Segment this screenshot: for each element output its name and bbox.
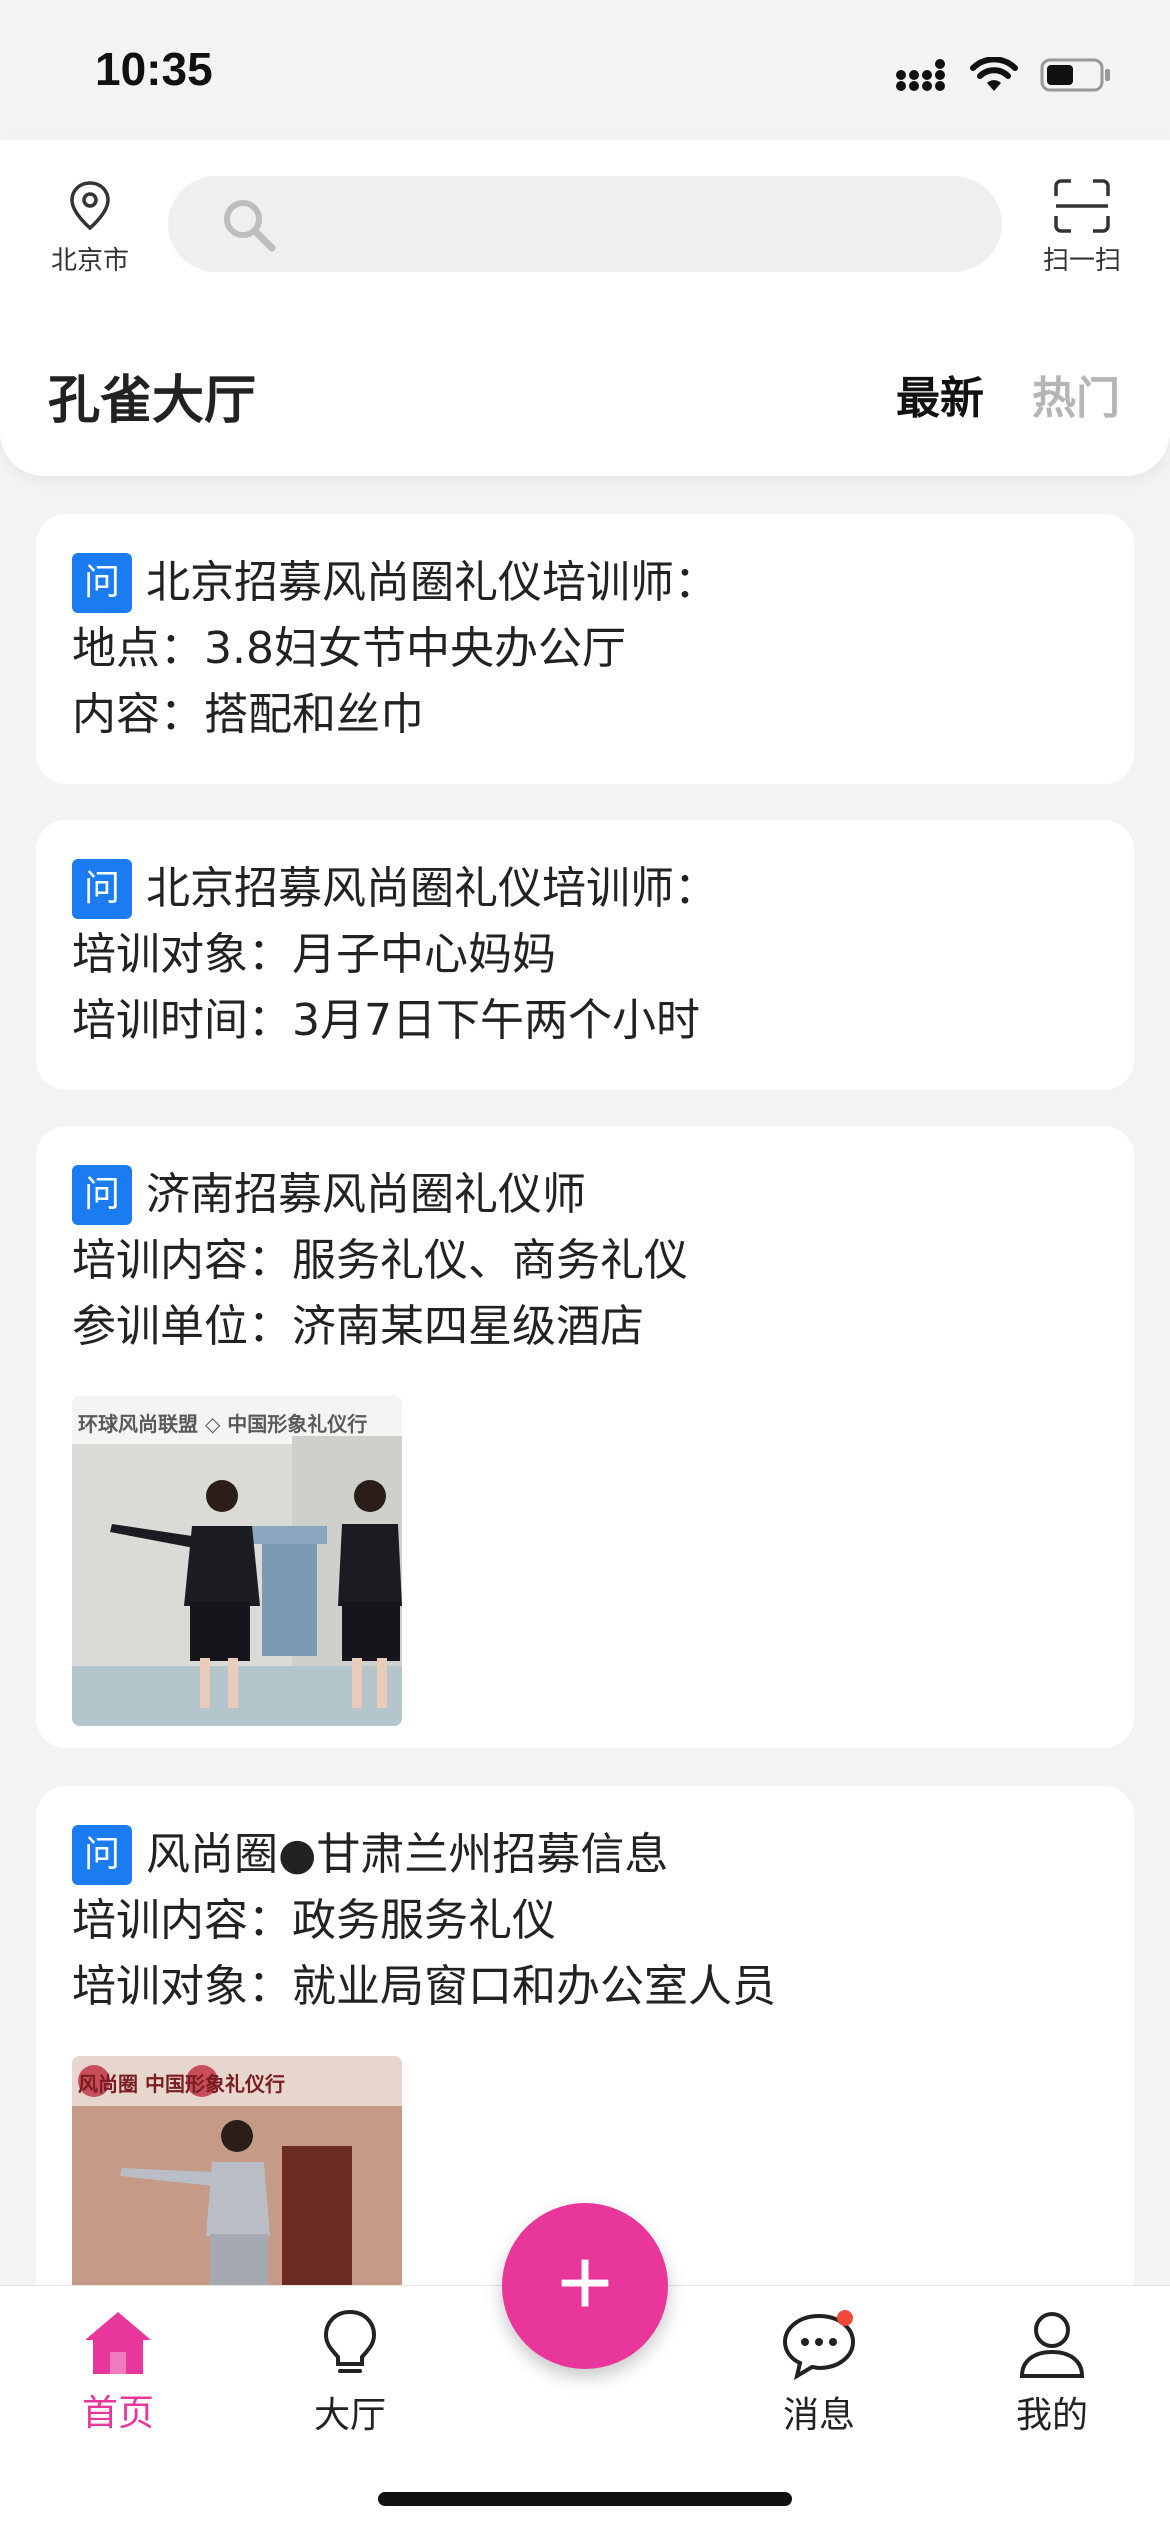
post-photo[interactable]: 环球风尚联盟 ◇ 中国形象礼仪行: [72, 1396, 402, 1726]
battery-icon: [1040, 58, 1110, 92]
tab-home-label: 首页: [81, 2393, 154, 2434]
post-line: 培训对象：就业局窗口和办公室人员: [72, 1961, 776, 2012]
sort-tabs: 最新 热门: [896, 362, 1120, 426]
tab-profile[interactable]: 我的: [982, 2308, 1122, 2438]
post-title-line: 问 北京招募风尚圈礼仪培训师：: [72, 856, 1134, 922]
tab-messages-label: 消息: [782, 2395, 855, 2436]
location-pin-icon: [70, 181, 110, 231]
wifi-icon: [970, 57, 1018, 91]
question-badge: 问: [72, 859, 132, 919]
add-post-button[interactable]: +: [502, 2203, 668, 2369]
tab-messages[interactable]: 消息: [749, 2308, 889, 2438]
post-line: 参训单位：济南某四星级酒店: [72, 1301, 644, 1352]
status-time: 10:35: [95, 43, 213, 95]
location-selector[interactable]: 北京市: [40, 180, 140, 277]
post-line: 内容：搭配和丝巾: [72, 689, 424, 740]
tab-hall[interactable]: 大厅: [280, 2308, 420, 2438]
post-card[interactable]: 问 北京招募风尚圈礼仪培训师： 培训对象：月子中心妈妈 培训时间：3月7日下午两…: [36, 820, 1134, 1090]
scan-label: 扫一扫: [1042, 246, 1121, 276]
photo-banner-text: 风尚圈 中国形象礼仪行: [78, 2072, 285, 2096]
post-title-line: 问 风尚圈●甘肃兰州招募信息: [72, 1822, 1134, 1888]
scan-icon: [1054, 179, 1110, 233]
search-icon: [224, 200, 276, 252]
post-line: 培训内容：政务服务礼仪: [72, 1895, 556, 1946]
search-input[interactable]: [168, 176, 1002, 272]
page-title: 孔雀大厅: [48, 371, 257, 431]
status-icons: [896, 50, 1112, 100]
chat-icon: [782, 2310, 856, 2381]
tab-home[interactable]: 首页: [48, 2308, 188, 2436]
post-title: 北京招募风尚圈礼仪培训师：: [146, 863, 718, 914]
post-line: 培训时间：3月7日下午两个小时: [72, 995, 700, 1046]
tab-popular[interactable]: 热门: [1032, 362, 1120, 426]
photo-training-room: [72, 1396, 402, 1726]
post-card[interactable]: 问 济南招募风尚圈礼仪师 培训内容：服务礼仪、商务礼仪 参训单位：济南某四星级酒…: [36, 1126, 1134, 1748]
question-badge: 问: [72, 1825, 132, 1885]
post-title-line: 问 济南招募风尚圈礼仪师: [72, 1162, 1134, 1228]
scan-button[interactable]: 扫一扫: [1032, 178, 1132, 277]
notification-dot: [837, 2310, 853, 2326]
user-icon: [1019, 2312, 1085, 2378]
cellular-signal-icon: [896, 59, 945, 91]
post-title: 风尚圈●甘肃兰州招募信息: [146, 1829, 669, 1880]
question-badge: 问: [72, 553, 132, 613]
post-line: 培训内容：服务礼仪、商务礼仪: [72, 1235, 688, 1286]
header-card: 北京市 扫一扫 孔雀大厅 最新 热门: [0, 140, 1170, 476]
post-card[interactable]: 问 北京招募风尚圈礼仪培训师： 地点：3.8妇女节中央办公厅 内容：搭配和丝巾: [36, 514, 1134, 784]
home-indicator: [378, 2492, 792, 2506]
post-title: 北京招募风尚圈礼仪培训师：: [146, 557, 718, 608]
tab-hall-label: 大厅: [313, 2395, 386, 2436]
post-title: 济南招募风尚圈礼仪师: [146, 1169, 586, 1220]
location-label: 北京市: [50, 246, 129, 276]
tab-profile-label: 我的: [1015, 2395, 1088, 2436]
tab-latest[interactable]: 最新: [896, 362, 984, 426]
question-badge: 问: [72, 1165, 132, 1225]
status-bar: 10:35: [0, 0, 1170, 140]
post-title-line: 问 北京招募风尚圈礼仪培训师：: [72, 550, 1134, 616]
lightbulb-icon: [323, 2309, 377, 2373]
post-line: 培训对象：月子中心妈妈: [72, 929, 556, 980]
post-line: 地点：3.8妇女节中央办公厅: [72, 623, 626, 674]
home-icon: [85, 2312, 151, 2374]
photo-banner-text: 环球风尚联盟 ◇ 中国形象礼仪行: [78, 1412, 368, 1436]
